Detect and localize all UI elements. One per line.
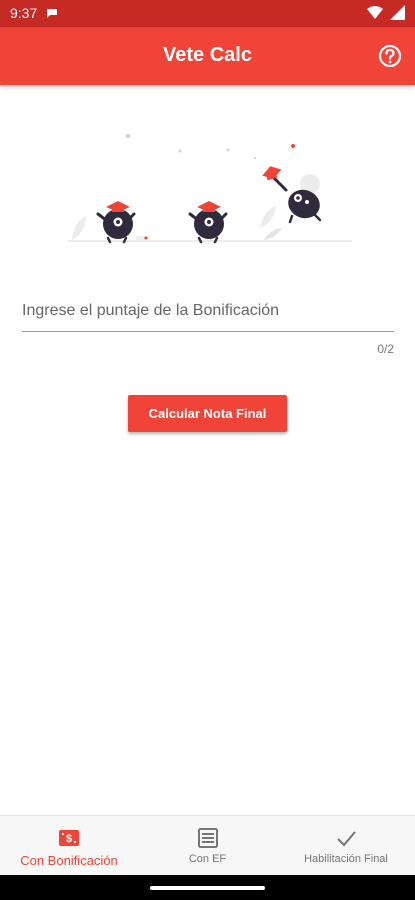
system-gesture-bar bbox=[0, 875, 415, 900]
nav-label-con-bonificacion: Con Bonificación bbox=[20, 853, 118, 868]
status-time: 9:37 bbox=[10, 5, 38, 21]
bottom-navigation: $ Con Bonificación Con EF Habilitación F… bbox=[0, 815, 415, 875]
bonus-score-input[interactable] bbox=[22, 290, 394, 332]
wifi-icon bbox=[367, 6, 383, 19]
check-icon bbox=[337, 831, 356, 847]
message-icon bbox=[47, 9, 57, 18]
calculate-final-grade-button[interactable]: Calcular Nota Final bbox=[128, 395, 287, 432]
nav-item-con-bonificacion[interactable]: $ Con Bonificación bbox=[0, 816, 138, 876]
graduate-character-2 bbox=[188, 201, 228, 244]
nav-item-habilitacion-final[interactable]: Habilitación Final bbox=[277, 816, 415, 876]
app-screen: 9:37 Vete Calc Ingrese el puntaje de la … bbox=[0, 0, 415, 900]
svg-text:$: $ bbox=[66, 833, 72, 845]
home-gesture-handle[interactable] bbox=[150, 886, 265, 890]
help-circle-icon[interactable] bbox=[377, 43, 403, 69]
graduate-character-1 bbox=[96, 201, 136, 244]
character-counter: 0/2 bbox=[377, 342, 394, 356]
app-bar: Vete Calc bbox=[0, 27, 415, 85]
nav-label-con-ef: Con EF bbox=[188, 853, 227, 865]
bonus-icon: $ bbox=[59, 830, 79, 846]
graduation-illustration bbox=[68, 134, 352, 244]
app-title: Vete Calc bbox=[163, 44, 252, 66]
bonus-input-wrapper bbox=[22, 290, 394, 334]
status-bar: 9:37 bbox=[0, 0, 415, 27]
nav-item-con-ef[interactable]: Con EF bbox=[138, 816, 277, 876]
nav-label-habilitacion-final: Habilitación Final bbox=[304, 853, 388, 865]
list-icon bbox=[197, 828, 218, 848]
signal-icon bbox=[390, 5, 405, 20]
